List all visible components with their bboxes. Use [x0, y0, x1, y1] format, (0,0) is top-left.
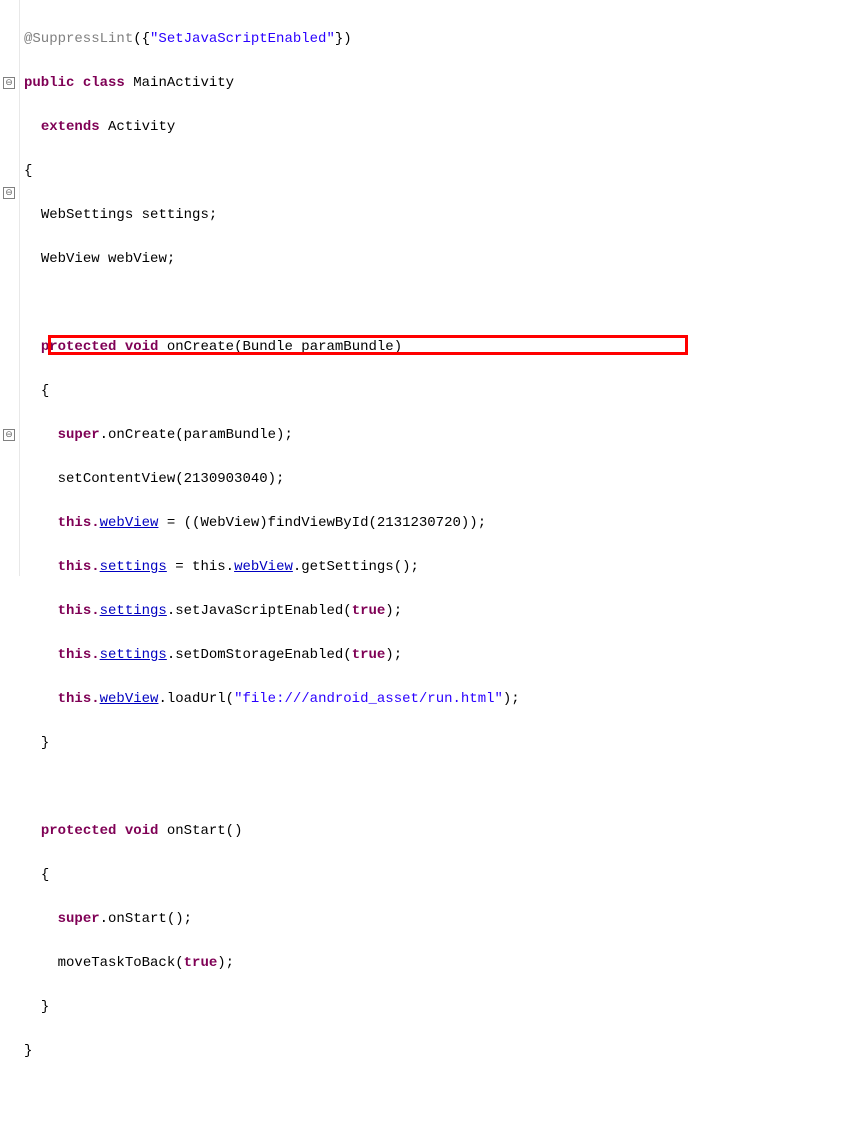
- field-ref-settings: settings: [100, 603, 167, 619]
- field-ref-settings: settings: [100, 559, 167, 575]
- keyword-class: class: [83, 75, 125, 91]
- annotation-value: "SetJavaScriptEnabled": [150, 31, 335, 47]
- keyword-void: void: [125, 339, 159, 355]
- annotation: @SuppressLint: [24, 31, 133, 47]
- field-type: WebSettings: [41, 207, 133, 223]
- field-ref-webview: webView: [100, 691, 159, 707]
- literal-true: true: [184, 955, 218, 971]
- fold-marker-icon[interactable]: ⊖: [3, 429, 15, 441]
- brace-close: }: [24, 1043, 32, 1059]
- keyword-super: super: [58, 427, 100, 443]
- literal-true: true: [352, 603, 386, 619]
- editor-gutter: ⊖ ⊖ ⊖: [0, 0, 20, 576]
- field-name: webView: [108, 251, 167, 267]
- field-ref-webview: webView: [100, 515, 159, 531]
- superclass-name: Activity: [108, 119, 175, 135]
- class-name: MainActivity: [133, 75, 234, 91]
- call-setcontentview: setContentView(2130903040);: [58, 471, 285, 487]
- code-editor[interactable]: @SuppressLint({"SetJavaScriptEnabled"}) …: [20, 0, 858, 576]
- field-ref-settings: settings: [100, 647, 167, 663]
- keyword-public: public: [24, 75, 74, 91]
- literal-true: true: [352, 647, 386, 663]
- method-name-oncreate: onCreate: [167, 339, 234, 355]
- brace-open: {: [24, 163, 32, 179]
- keyword-protected: protected: [41, 823, 117, 839]
- fold-marker-icon[interactable]: ⊖: [3, 187, 15, 199]
- keyword-void: void: [125, 823, 159, 839]
- fold-marker-icon[interactable]: ⊖: [3, 77, 15, 89]
- keyword-super: super: [58, 911, 100, 927]
- field-ref-webview: webView: [234, 559, 293, 575]
- keyword-extends: extends: [41, 119, 100, 135]
- method-name-onstart: onStart: [167, 823, 226, 839]
- string-loadurl-arg: "file:///android_asset/run.html": [234, 691, 503, 707]
- field-type: WebView: [41, 251, 100, 267]
- keyword-protected: protected: [41, 339, 117, 355]
- field-name: settings: [142, 207, 209, 223]
